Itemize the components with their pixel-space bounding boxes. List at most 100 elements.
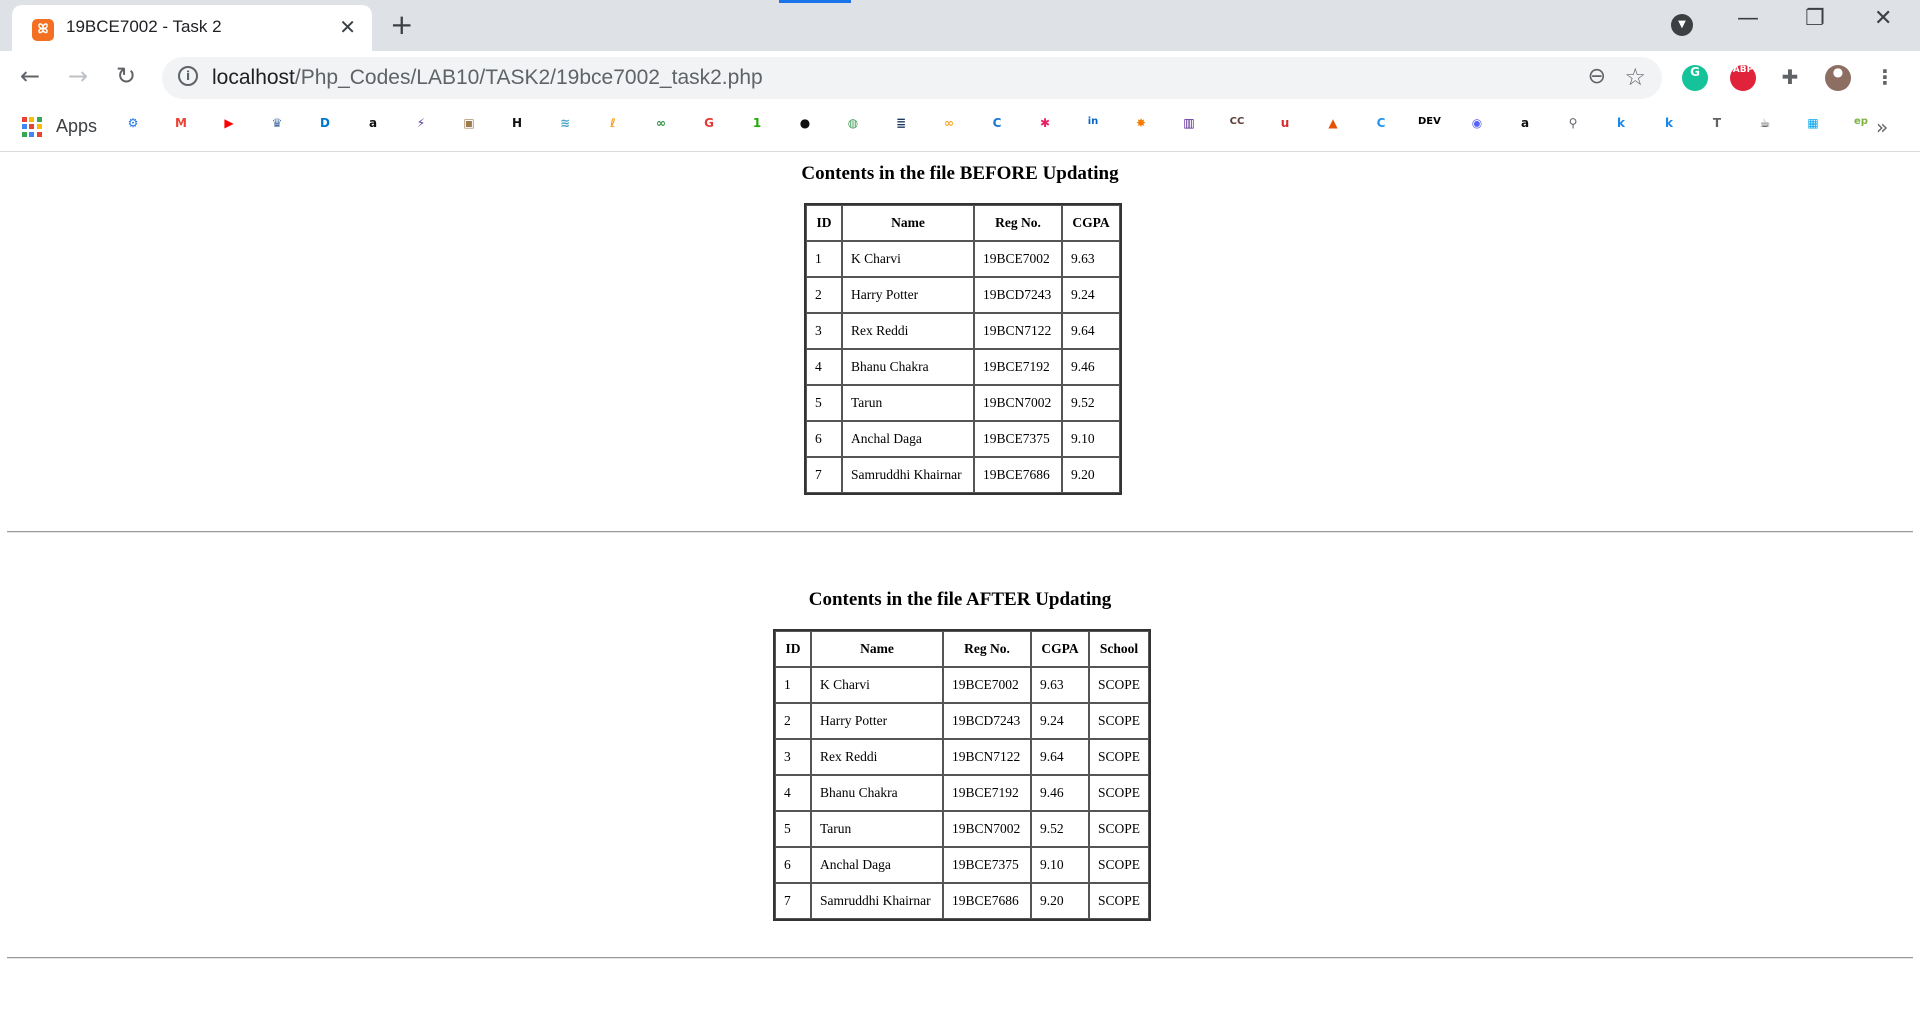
hackerrank-image-icon[interactable]: ▣ <box>458 116 480 138</box>
bookmark-star-icon[interactable]: ☆ <box>1624 63 1646 91</box>
url-text[interactable]: localhost/Php_Codes/LAB10/TASK2/19bce700… <box>212 66 763 90</box>
table-cell: SCOPE <box>1089 811 1150 847</box>
close-window-button[interactable]: ✕ <box>1874 6 1892 31</box>
column-header: ID <box>806 205 842 241</box>
browser-tab[interactable]: ꕤ 19BCE7002 - Task 2 ✕ <box>12 5 372 51</box>
minimize-button[interactable]: — <box>1737 6 1759 31</box>
table-row: 4 Bhanu Chakra 19BCE7192 9.46 <box>806 349 1120 385</box>
table-cell: 19BCE7375 <box>974 421 1062 457</box>
udemy-icon[interactable]: u <box>1274 116 1296 138</box>
google-g-icon[interactable]: G <box>698 116 720 138</box>
table-cell: Harry Potter <box>811 703 943 739</box>
github-icon[interactable]: ● <box>794 116 816 138</box>
table-cell: Rex Reddi <box>811 739 943 775</box>
adblock-plus-icon[interactable]: ABP <box>1730 65 1756 91</box>
more-bookmarks-icon[interactable]: » <box>1876 115 1888 139</box>
amazon-icon[interactable]: a <box>362 116 384 138</box>
k-2-icon[interactable]: k <box>1658 116 1680 138</box>
forward-arrow-icon[interactable]: → <box>68 62 88 90</box>
extensions-puzzle-icon[interactable]: ✚ <box>1777 65 1803 91</box>
table-row: 7 Samruddhi Khairnar 19BCE7686 9.20 SCOPE <box>775 883 1150 919</box>
matlab-icon[interactable]: ▲ <box>1322 116 1344 138</box>
table-cell: 9.24 <box>1062 277 1120 313</box>
leetcode-icon[interactable]: ℓ <box>602 116 624 138</box>
table-row: 6 Anchal Daga 19BCE7375 9.10 SCOPE <box>775 847 1150 883</box>
table-cell: 9.64 <box>1031 739 1089 775</box>
wave-icon[interactable]: ≋ <box>554 116 576 138</box>
table-cell: SCOPE <box>1089 667 1150 703</box>
table-cell: 6 <box>806 421 842 457</box>
before-heading: Contents in the file BEFORE Updating <box>801 163 1119 184</box>
back-arrow-icon[interactable]: ← <box>20 62 40 90</box>
discord-icon[interactable]: ◉ <box>1466 116 1488 138</box>
grammarly-icon[interactable]: G <box>1682 65 1708 91</box>
settings-icon[interactable]: ⚙ <box>122 116 144 138</box>
coffee-icon[interactable]: ☕ <box>1754 116 1776 138</box>
address-bar[interactable]: i localhost/Php_Codes/LAB10/TASK2/19bce7… <box>162 57 1662 99</box>
table-cell: 19BCD7243 <box>974 277 1062 313</box>
table-cell: 5 <box>806 385 842 421</box>
restore-button[interactable]: ❐ <box>1805 6 1825 31</box>
table-cell: 5 <box>775 811 811 847</box>
table-row: 1K Charvi 19BCE7002 9.63 SCOPE <box>775 667 1150 703</box>
close-tab-icon[interactable]: ✕ <box>339 15 356 39</box>
site-info-icon[interactable]: i <box>178 66 198 86</box>
ep-icon[interactable]: ep <box>1850 116 1872 138</box>
tab-search-icon[interactable]: ▼ <box>1671 14 1693 36</box>
gmail-icon[interactable]: M <box>170 116 192 138</box>
divider <box>7 957 1913 959</box>
table-cell: 3 <box>806 313 842 349</box>
table-cell: 4 <box>775 775 811 811</box>
bolt-icon[interactable]: ⚡ <box>410 116 432 138</box>
dell-icon[interactable]: D <box>314 116 336 138</box>
apps-label[interactable]: Apps <box>56 116 97 137</box>
table-header-row: ID Name Reg No. CGPA School <box>775 631 1150 667</box>
table-cell: Tarun <box>842 385 974 421</box>
table-cell: 19BCE7002 <box>943 667 1031 703</box>
k-1-icon[interactable]: k <box>1610 116 1632 138</box>
linkedin-icon[interactable]: in <box>1082 116 1104 138</box>
t-icon[interactable]: T <box>1706 116 1728 138</box>
c-blue-icon[interactable]: C <box>1370 116 1392 138</box>
amazon-2-icon[interactable]: a <box>1514 116 1536 138</box>
chart-app-icon[interactable]: ▥ <box>1178 116 1200 138</box>
cc-icon[interactable]: CC <box>1226 116 1248 138</box>
stack-icon[interactable]: ≣ <box>890 116 912 138</box>
column-header: CGPA <box>1062 205 1120 241</box>
table-cell: 19BCE7686 <box>943 883 1031 919</box>
table-row: 2 Harry Potter 19BCD7243 9.24 SCOPE <box>775 703 1150 739</box>
table-cell: 2 <box>806 277 842 313</box>
table-cell: 7 <box>806 457 842 493</box>
table-cell: Bhanu Chakra <box>811 775 943 811</box>
table-cell: 7 <box>775 883 811 919</box>
table-row: 1K Charvi 19BCE7002 9.63 <box>806 241 1120 277</box>
microsoft-icon[interactable]: ▦ <box>1802 116 1824 138</box>
table-cell: 9.52 <box>1062 385 1120 421</box>
one-icon[interactable]: 1 <box>746 116 768 138</box>
table-cell: 6 <box>775 847 811 883</box>
table-cell: 9.10 <box>1062 421 1120 457</box>
sun-icon[interactable]: ✸ <box>1130 116 1152 138</box>
url-host: localhost <box>212 66 295 89</box>
apps-grid-icon[interactable] <box>22 117 42 137</box>
menu-kebab-icon[interactable]: ⋮ <box>1872 65 1898 91</box>
column-header: CGPA <box>1031 631 1089 667</box>
table-row: 4 Bhanu Chakra 19BCE7192 9.46 SCOPE <box>775 775 1150 811</box>
codechef-icon[interactable]: ◍ <box>842 116 864 138</box>
youtube-icon[interactable]: ▶ <box>218 116 240 138</box>
table-cell: SCOPE <box>1089 739 1150 775</box>
c-circle-icon[interactable]: C <box>986 116 1008 138</box>
table-cell: Anchal Daga <box>811 847 943 883</box>
zoom-icon[interactable]: ⊖ <box>1588 64 1606 89</box>
table-row: 6 Anchal Daga 19BCE7375 9.10 <box>806 421 1120 457</box>
geeksforgeeks-icon[interactable]: ∞ <box>650 116 672 138</box>
reload-icon[interactable]: ↻ <box>116 62 136 90</box>
university-icon[interactable]: ♛ <box>266 116 288 138</box>
infinity-icon[interactable]: ∞ <box>938 116 960 138</box>
asterisk-icon[interactable]: ✱ <box>1034 116 1056 138</box>
search-icon[interactable]: ⚲ <box>1562 116 1584 138</box>
avatar[interactable]: ● <box>1825 65 1851 91</box>
dev-icon[interactable]: DEV <box>1418 116 1441 138</box>
hackerrank-icon[interactable]: H <box>506 116 528 138</box>
new-tab-button[interactable]: + <box>390 8 413 41</box>
